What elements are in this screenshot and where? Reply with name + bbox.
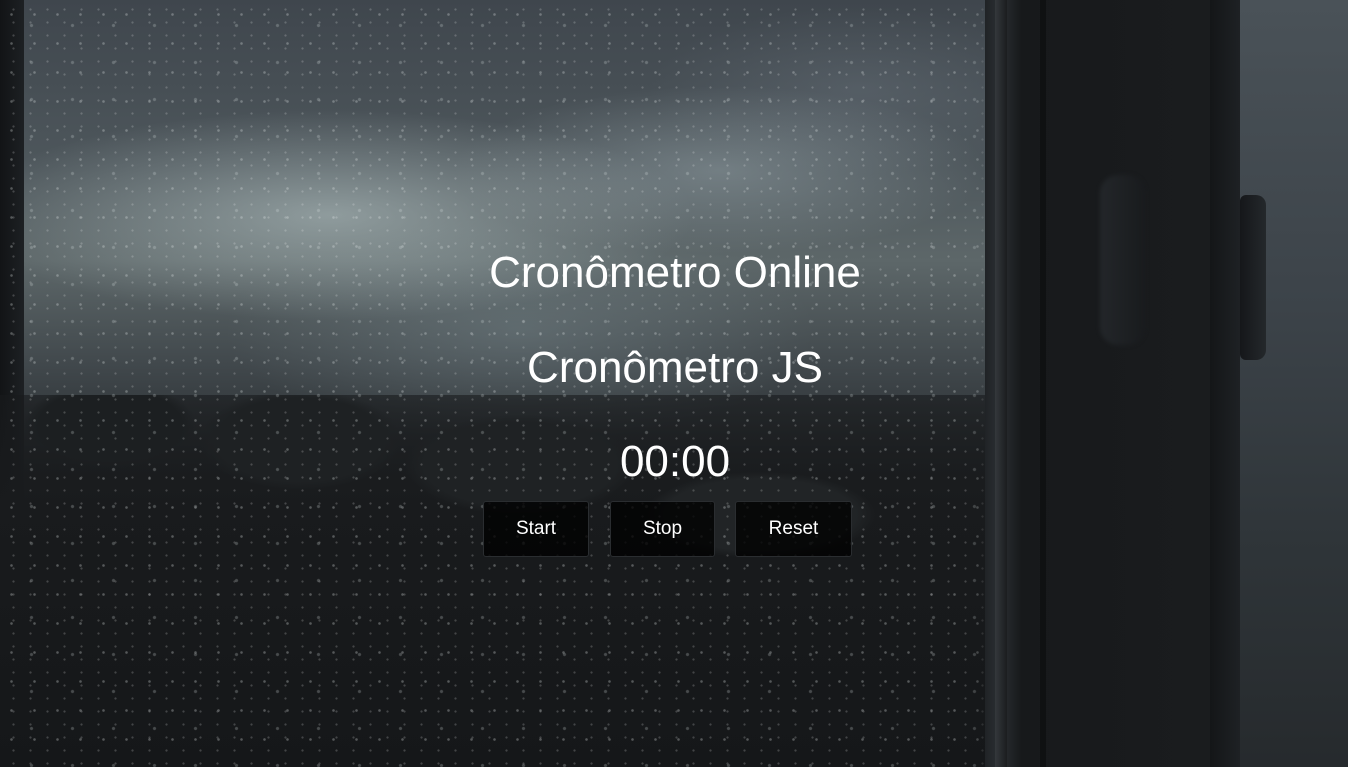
stopwatch-display: 00:00 (619, 437, 731, 486)
reset-button[interactable]: Reset (735, 501, 852, 557)
start-button[interactable]: Start (483, 501, 589, 557)
stopwatch-app: Cronômetro Online Cronômetro JS 00:00 St… (0, 0, 1348, 767)
page-title: Cronômetro Online (489, 248, 861, 297)
stop-button[interactable]: Stop (610, 501, 715, 557)
page-subtitle: Cronômetro JS (527, 343, 823, 392)
